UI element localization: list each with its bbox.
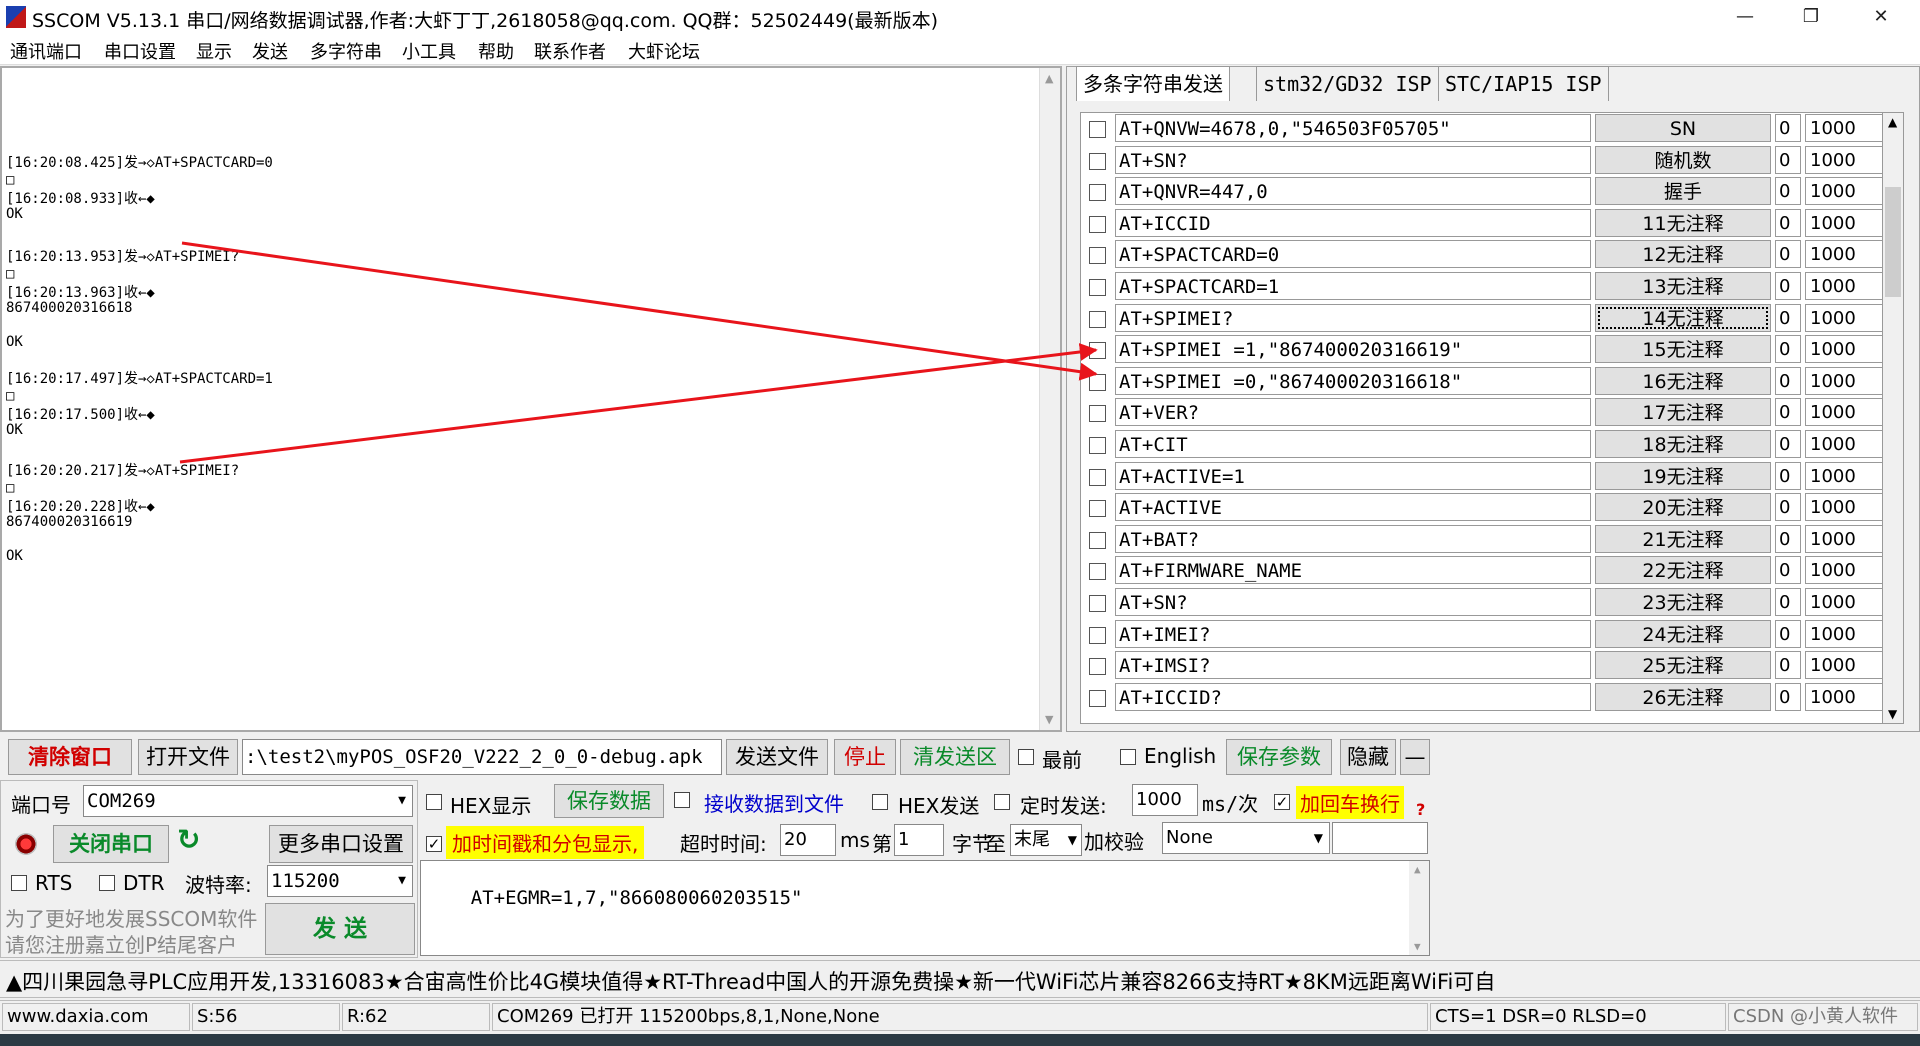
dtr-checkbox[interactable] xyxy=(99,875,115,891)
status-bar: www.daxia.com S:56 R:62 COM269 已打开 11520… xyxy=(0,1000,1920,1033)
port-select[interactable]: COM269 ▼ xyxy=(83,785,413,817)
send-text-area[interactable]: AT+EGMR=1,7,"866080060203515" ▲ ▼ xyxy=(420,860,1430,956)
timed-send-label: 定时发送: xyxy=(1020,794,1107,818)
taskbar-edge xyxy=(0,1034,1920,1046)
topmost-label: 最前 xyxy=(1042,748,1082,772)
send-file-button[interactable]: 发送文件 xyxy=(726,739,828,775)
hide-button[interactable]: 隐藏 xyxy=(1340,739,1396,775)
more-settings-button[interactable]: 更多串口设置 xyxy=(269,825,413,863)
ms-label: ms xyxy=(840,828,870,852)
dtr-label: DTR xyxy=(123,871,165,895)
send-text: AT+EGMR=1,7,"866080060203515" xyxy=(470,887,803,909)
baud-select[interactable]: 115200 ▼ xyxy=(267,865,413,897)
chevron-down-icon: ▼ xyxy=(398,793,406,808)
options-area: HEX显示 保存数据 接收数据到文件 HEX发送 定时发送: 1000 ms/次… xyxy=(420,780,1430,958)
open-file-button[interactable]: 打开文件 xyxy=(138,739,238,775)
timed-send-checkbox[interactable] xyxy=(994,794,1010,810)
refresh-icon[interactable]: ↻ xyxy=(177,823,200,856)
byte-field[interactable]: 1 xyxy=(894,824,944,856)
status-tray: CSDN @小黄人软件 xyxy=(1728,1003,1918,1031)
status-sent-count: S:56 xyxy=(192,1003,340,1031)
timestamp-label: 加时间戳和分包显示, xyxy=(446,826,645,859)
timeout-label: 超时时间: xyxy=(680,832,767,856)
status-recv-count: R:62 xyxy=(342,1003,490,1031)
file-path-field[interactable]: :\test2\myPOS_OSF20_V222_2_0_0-debug.apk xyxy=(242,739,722,775)
status-site[interactable]: www.daxia.com xyxy=(2,1003,190,1031)
promo-line-1[interactable]: 为了更好地发展SSCOM软件 xyxy=(5,903,257,932)
ms-per-label: ms/次 xyxy=(1202,792,1259,816)
save-data-button[interactable]: 保存数据 xyxy=(554,784,664,818)
nth-label: 第 xyxy=(872,832,892,856)
add-crlf-checkbox[interactable] xyxy=(1274,794,1290,810)
close-port-button[interactable]: 关闭串口 xyxy=(53,825,169,863)
topmost-checkbox[interactable] xyxy=(1018,749,1034,765)
end-value: 末尾 xyxy=(1014,829,1050,850)
baud-label: 波特率: xyxy=(185,873,252,897)
status-port-info: COM269 已打开 115200bps,8,1,None,None xyxy=(492,1003,1428,1031)
chevron-down-icon: ▼ xyxy=(398,873,406,888)
english-checkbox[interactable] xyxy=(1120,749,1136,765)
port-status-icon xyxy=(15,833,37,855)
help-icon[interactable]: ? xyxy=(1416,800,1425,819)
arrow-imei-619 xyxy=(179,343,1098,464)
recv-to-file-label: 接收数据到文件 xyxy=(704,792,844,816)
collapse-button[interactable]: — xyxy=(1400,739,1430,775)
rts-checkbox[interactable] xyxy=(11,875,27,891)
checksum-extra-field[interactable] xyxy=(1332,822,1428,854)
checksum-select[interactable]: None ▼ xyxy=(1162,822,1330,854)
hex-send-label: HEX发送 xyxy=(898,794,980,818)
to-label: 至 xyxy=(986,832,1006,856)
port-value: COM269 xyxy=(87,790,156,812)
hex-send-checkbox[interactable] xyxy=(872,794,888,810)
chevron-down-icon: ▼ xyxy=(1313,831,1323,845)
ad-ticker[interactable]: ▲四川果园急寻PLC应用开发,13316083★合宙高性价比4G模块值得★RT-… xyxy=(0,960,1920,998)
promo-line-2[interactable]: 请您注册嘉立创P结尾客户 xyxy=(5,929,237,958)
timestamp-checkbox[interactable] xyxy=(426,836,442,852)
clear-window-button[interactable]: 清除窗口 xyxy=(8,739,132,775)
rts-label: RTS xyxy=(35,871,73,895)
arrow-imei-618 xyxy=(181,241,1098,381)
watermark: CSDN @小黄人软件 xyxy=(1733,1006,1899,1027)
status-lines: CTS=1 DSR=0 RLSD=0 xyxy=(1430,1003,1726,1031)
timed-interval-field[interactable]: 1000 xyxy=(1132,784,1198,816)
clear-send-button[interactable]: 清发送区 xyxy=(900,739,1010,775)
stop-button[interactable]: 停止 xyxy=(834,739,896,775)
add-crlf-label: 加回车换行 xyxy=(1296,786,1404,819)
hex-display-label: HEX显示 xyxy=(450,794,532,818)
port-label: 端口号 xyxy=(11,793,71,817)
send-button[interactable]: 发 送 xyxy=(265,903,415,955)
toolbar: 清除窗口 打开文件 :\test2\myPOS_OSF20_V222_2_0_0… xyxy=(0,736,1920,778)
checksum-value: None xyxy=(1166,827,1213,848)
english-label: English xyxy=(1144,744,1217,768)
hex-display-checkbox[interactable] xyxy=(426,794,442,810)
chevron-down-icon: ▼ xyxy=(1067,833,1077,847)
baud-value: 115200 xyxy=(271,870,340,892)
port-settings: 端口号 COM269 ▼ 关闭串口 ↻ 更多串口设置 RTS DTR 波特率: … xyxy=(0,780,418,958)
checksum-label: 加校验 xyxy=(1084,830,1144,854)
end-select[interactable]: 末尾 ▼ xyxy=(1010,824,1082,856)
recv-to-file-checkbox[interactable] xyxy=(674,792,690,808)
save-params-button[interactable]: 保存参数 xyxy=(1226,739,1332,775)
send-area-scrollbar[interactable]: ▲ ▼ xyxy=(1409,861,1429,955)
timeout-field[interactable]: 20 xyxy=(780,824,836,856)
ticker-text: ▲四川果园急寻PLC应用开发,13316083★合宙高性价比4G模块值得★RT-… xyxy=(6,970,1496,994)
